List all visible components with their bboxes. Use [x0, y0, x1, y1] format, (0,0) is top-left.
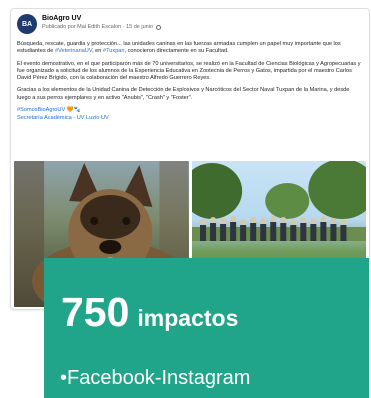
- globe-icon: [155, 24, 161, 30]
- impact-number: 750: [61, 289, 130, 335]
- paragraph-1-end: , conocieron directamente en su Facultad…: [124, 48, 229, 55]
- avatar[interactable]: BA: [17, 14, 37, 34]
- post-paragraph-3: Gracias a los elementos de la Unidad Can…: [17, 87, 350, 101]
- post-body: Búsqueda, rescate, guardia y protección.…: [17, 41, 361, 128]
- post-paragraph-4: #SomosBioAgroUV 🧡🐾: [17, 107, 361, 114]
- post-paragraph-1: Búsqueda, rescate, guardia y protección.…: [17, 41, 361, 56]
- post-paragraph-2: El evento demostrativo, en el que partic…: [17, 60, 361, 82]
- impact-overlay: 750 impactos •Facebook-Instagram: [44, 258, 369, 398]
- post-header: BA BioAgro UV Publicado por Mai Edith Es…: [17, 14, 161, 34]
- post-meta-text: Publicado por Mai Edith Escalon · 15 de …: [42, 24, 153, 30]
- page-name[interactable]: BioAgro UV: [42, 14, 161, 23]
- post-header-text: BioAgro UV Publicado por Mai Edith Escal…: [42, 14, 161, 31]
- hashtag-somosbioagrouv-link[interactable]: #SomosBioAgroUV: [17, 107, 65, 113]
- impact-line: 750 impactos: [61, 292, 238, 333]
- post-meta: Publicado por Mai Edith Escalon · 15 de …: [42, 23, 161, 31]
- hashtag-veterinariauv-link[interactable]: #VeterinariaUV: [55, 48, 92, 54]
- footer-link[interactable]: Secretaría Académica - UV Luzio UV: [17, 115, 361, 122]
- paragraph-1-mid: , en: [92, 48, 103, 55]
- platforms-text: •Facebook-Instagram: [60, 367, 251, 389]
- impact-label: impactos: [137, 305, 239, 331]
- emoji-text: 🧡🐾: [66, 107, 81, 114]
- hashtag-tuxpan-link[interactable]: #Tuxpan: [103, 48, 125, 54]
